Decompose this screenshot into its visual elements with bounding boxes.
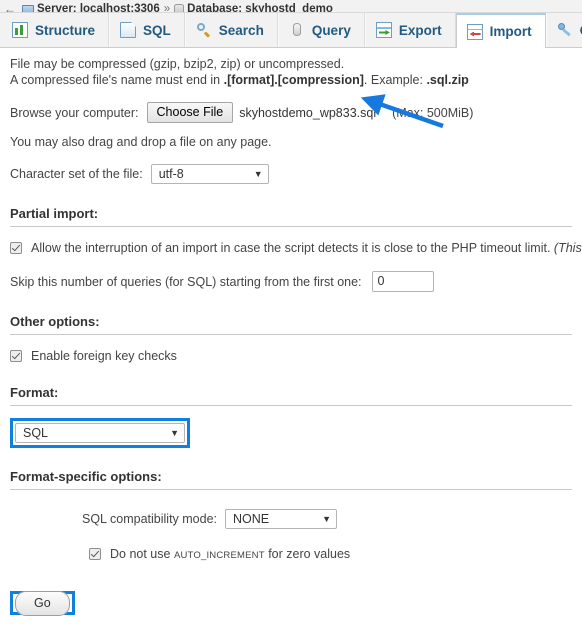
breadcrumb-database-label[interactable]: Database: skyhostd_demo	[187, 3, 333, 12]
partial-import-heading: Partial import:	[10, 206, 572, 227]
foreign-key-label: Enable foreign key checks	[31, 349, 177, 363]
tab-export[interactable]: Export	[364, 13, 456, 47]
go-highlight-box: Go	[10, 591, 75, 616]
allow-interrupt-text: Allow the interruption of an import in c…	[31, 241, 554, 255]
compression-note-line1: File may be compressed (gzip, bzip2, zip…	[10, 57, 345, 71]
selected-file-name: skyhostdemo_wp833.sql	[239, 105, 377, 120]
auto-increment-row: Do not use AUTO_INCREMENT for zero value…	[89, 547, 572, 563]
format-select-value: SQL	[23, 426, 49, 440]
tab-export-label: Export	[398, 22, 442, 38]
server-icon	[22, 4, 34, 12]
sql-compat-value: NONE	[233, 512, 270, 526]
auto-increment-label: Do not use AUTO_INCREMENT for zero value…	[110, 547, 350, 563]
breadcrumb: ← Server: localhost:3306 » Database: sky…	[0, 0, 582, 13]
charset-label: Character set of the file:	[10, 167, 143, 181]
format-heading: Format:	[10, 385, 572, 406]
go-button[interactable]: Go	[15, 591, 70, 616]
skip-queries-label: Skip this number of queries (for SQL) st…	[10, 274, 362, 289]
auto-increment-keyword: AUTO_INCREMENT	[173, 550, 265, 561]
choose-file-button[interactable]: Choose File	[146, 102, 234, 123]
format-highlight-box: SQL ▼	[10, 418, 190, 448]
breadcrumb-separator: »	[163, 3, 171, 13]
structure-icon	[12, 22, 28, 38]
tab-search[interactable]: Search	[184, 13, 278, 47]
auto-increment-prefix: Do not use	[110, 547, 174, 561]
tab-import[interactable]: Import	[455, 13, 546, 48]
submit-row: Go	[10, 591, 572, 616]
charset-row: Character set of the file: utf-8 ▼	[10, 164, 572, 184]
compression-note-mid: . Example:	[363, 73, 427, 87]
format-select-highlight: SQL ▼	[10, 418, 572, 448]
allow-interrupt-label: Allow the interruption of an import in c…	[31, 241, 582, 255]
tab-sql-label: SQL	[143, 22, 171, 38]
search-icon	[196, 22, 212, 38]
tab-query[interactable]: Query	[277, 13, 365, 47]
tab-structure-label: Structure	[35, 22, 96, 38]
max-upload-size-note: (Max: 500MiB)	[392, 105, 474, 120]
database-icon	[174, 4, 185, 12]
chevron-down-icon: ▼	[253, 168, 263, 179]
tab-import-label: Import	[489, 24, 532, 39]
other-options-heading: Other options:	[10, 314, 572, 335]
format-specific-heading: Format-specific options:	[10, 469, 572, 490]
drag-drop-hint: You may also drag and drop a file on any…	[10, 135, 272, 149]
chevron-down-icon: ▼	[322, 513, 332, 524]
tab-search-label: Search	[218, 22, 264, 38]
tab-operations[interactable]: Operations	[545, 13, 582, 47]
import-form: File may be compressed (gzip, bzip2, zip…	[0, 48, 582, 616]
sql-compat-label: SQL compatibility mode:	[82, 512, 218, 526]
compression-format-pattern: .[format].[compression]	[223, 73, 364, 87]
allow-interrupt-note: (This mig	[553, 241, 582, 255]
sql-compat-row: SQL compatibility mode: NONE ▼	[82, 509, 572, 529]
query-icon	[289, 22, 305, 38]
back-arrow-icon[interactable]: ←	[4, 2, 16, 12]
tab-sql[interactable]: SQL	[109, 13, 185, 47]
allow-interrupt-checkbox[interactable]	[10, 242, 22, 254]
auto-increment-checkbox[interactable]	[89, 548, 101, 560]
main-tab-bar: Structure SQL Search Query Export Import…	[0, 13, 582, 48]
export-icon	[375, 22, 392, 38]
skip-queries-row: Skip this number of queries (for SQL) st…	[10, 271, 572, 292]
auto-increment-suffix: for zero values	[264, 547, 351, 561]
charset-select[interactable]: utf-8 ▼	[150, 164, 269, 184]
sql-icon	[120, 22, 137, 38]
compression-example: .sql.zip	[426, 73, 469, 87]
file-input[interactable]: Choose File skyhostdemo_wp833.sql	[146, 102, 377, 123]
skip-queries-input[interactable]: 0	[371, 271, 434, 292]
breadcrumb-server-label[interactable]: Server: localhost:3306	[37, 3, 160, 12]
charset-select-value: utf-8	[158, 167, 184, 181]
foreign-key-checkbox[interactable]	[10, 350, 22, 362]
foreign-key-row: Enable foreign key checks	[10, 349, 572, 363]
browse-row: Browse your computer: Choose File skyhos…	[10, 102, 572, 123]
compression-note-prefix: A compressed file's name must end in	[10, 73, 224, 87]
chevron-down-icon: ▼	[170, 427, 179, 438]
wrench-icon	[557, 22, 573, 38]
allow-interrupt-row: Allow the interruption of an import in c…	[10, 241, 582, 255]
format-select[interactable]: SQL ▼	[15, 423, 185, 443]
tab-query-label: Query	[311, 22, 351, 38]
browse-label: Browse your computer:	[10, 105, 139, 120]
import-icon	[466, 23, 483, 40]
sql-compat-select[interactable]: NONE ▼	[225, 509, 338, 529]
tab-structure[interactable]: Structure	[2, 13, 110, 47]
compression-note-line2: A compressed file's name must end in .[f…	[10, 72, 572, 88]
